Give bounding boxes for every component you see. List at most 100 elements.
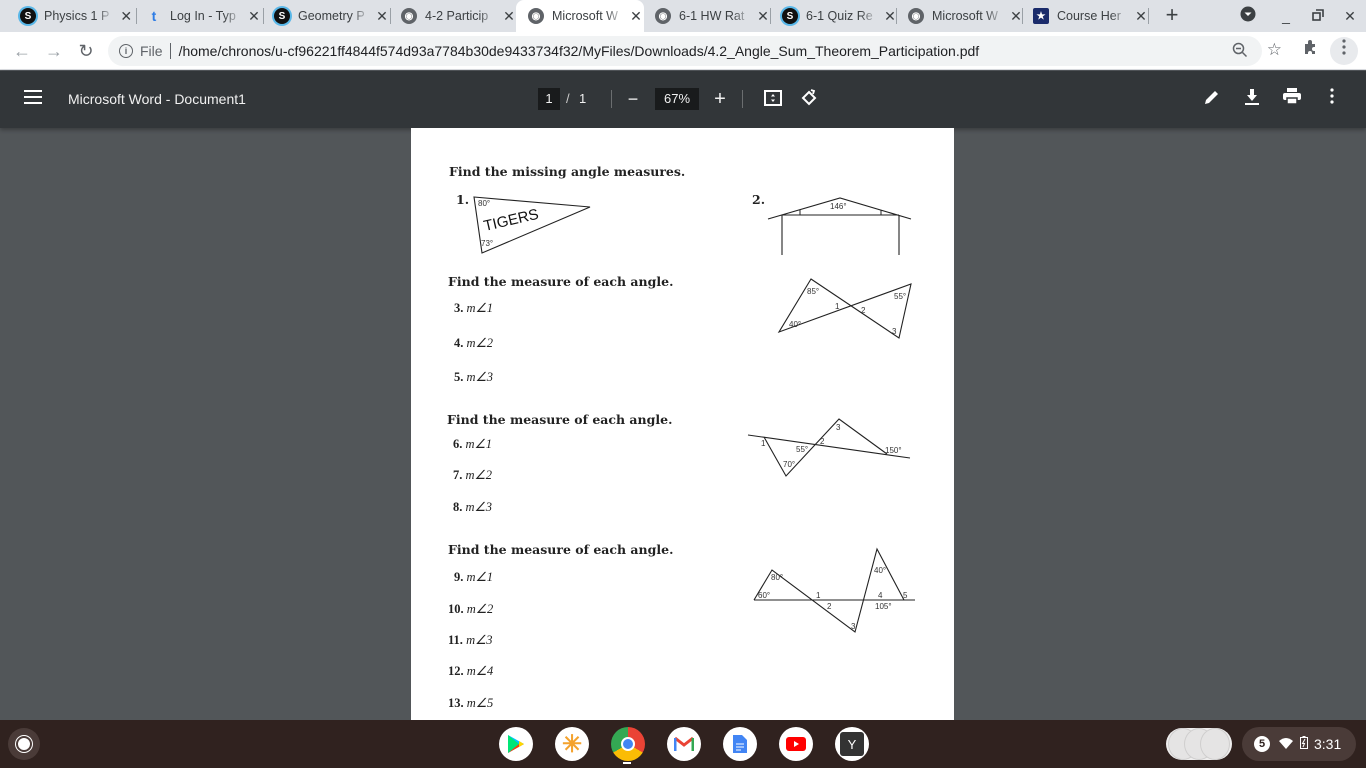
launcher-button[interactable] xyxy=(8,728,40,760)
globe-icon: ◉ xyxy=(528,8,544,24)
tab-search-button[interactable] xyxy=(1238,6,1258,26)
sidebar-menu-icon[interactable] xyxy=(24,90,42,104)
angle-label: 55° xyxy=(894,292,906,301)
document-title: Microsoft Word - Document1 xyxy=(68,91,246,107)
tab[interactable]: ★ Course Her ✕ xyxy=(1021,0,1149,32)
globe-icon: ◉ xyxy=(655,8,671,24)
angle-label: 40° xyxy=(874,566,886,575)
schoology-icon: S xyxy=(274,8,290,24)
globe-icon: ◉ xyxy=(908,8,924,24)
status-tray[interactable]: 5 3:31 xyxy=(1242,727,1356,761)
printer-icon xyxy=(1283,88,1301,105)
play-store-icon xyxy=(508,735,524,753)
fit-to-page-button[interactable] xyxy=(761,88,785,112)
pdf-page: Find the missing angle measures. 1. 80° … xyxy=(411,128,954,720)
close-tab-icon[interactable]: ✕ xyxy=(1133,8,1149,25)
clock: 3:31 xyxy=(1314,736,1342,752)
close-tab-icon[interactable]: ✕ xyxy=(628,8,644,25)
play-store-app[interactable] xyxy=(499,727,533,761)
angle-number: 3 xyxy=(836,423,841,432)
roof-figure: 146° xyxy=(767,197,912,255)
rotate-button[interactable] xyxy=(797,88,821,112)
annotate-button[interactable] xyxy=(1200,88,1224,112)
tab-active[interactable]: ◉ Microsoft W ✕ xyxy=(516,0,644,32)
rotate-icon xyxy=(801,89,817,106)
address-bar[interactable]: i File /home/chronos/u-cf96221ff4844f574… xyxy=(108,36,1282,66)
bookmark-star-icon[interactable]: ☆ xyxy=(1267,40,1282,60)
coursehero-icon: ★ xyxy=(1033,8,1049,24)
close-tab-icon[interactable]: ✕ xyxy=(118,8,134,25)
tab[interactable]: ◉ Microsoft W ✕ xyxy=(896,0,1024,32)
gmail-app[interactable] xyxy=(667,727,701,761)
question: 5. m∠3 xyxy=(454,370,493,384)
divider xyxy=(611,90,612,108)
chrome-menu-button[interactable] xyxy=(1330,37,1358,65)
more-actions-button[interactable] xyxy=(1320,88,1344,112)
section-heading: Find the measure of each angle. xyxy=(447,412,673,427)
tab[interactable]: S Geometry P ✕ xyxy=(262,0,390,32)
docs-app[interactable] xyxy=(723,727,757,761)
page-number-input[interactable]: 1 xyxy=(538,88,560,110)
launcher-icon xyxy=(18,738,30,750)
sunburst-app[interactable]: ✳ xyxy=(555,727,589,761)
angle-number: 5 xyxy=(903,591,908,600)
y-app-icon: Y xyxy=(840,732,864,756)
zoom-out-icon[interactable] xyxy=(1232,42,1248,61)
pennant-text: TIGERS xyxy=(482,206,540,235)
angle-label: 70° xyxy=(783,460,795,469)
close-window-button[interactable]: ✕ xyxy=(1340,6,1360,26)
schoology-icon: S xyxy=(782,8,798,24)
angle-label: 73° xyxy=(481,239,493,248)
extensions-button[interactable] xyxy=(1297,37,1325,65)
close-tab-icon[interactable]: ✕ xyxy=(374,8,390,25)
restore-button[interactable] xyxy=(1308,6,1328,26)
bowtie-figure: 85° 40° 55° 1 2 3 xyxy=(777,278,912,339)
youtube-icon xyxy=(786,737,806,751)
tab[interactable]: ◉ 4-2 Particip ✕ xyxy=(389,0,517,32)
question: 13. m∠5 xyxy=(448,696,494,710)
question: 12. m∠4 xyxy=(448,664,494,678)
tab[interactable]: t Log In - Typ ✕ xyxy=(134,0,262,32)
close-tab-icon[interactable]: ✕ xyxy=(755,8,771,25)
section-heading: Find the measure of each angle. xyxy=(448,542,674,557)
info-icon[interactable]: i xyxy=(119,44,133,58)
download-button[interactable] xyxy=(1240,88,1264,112)
divider xyxy=(169,43,171,59)
print-button[interactable] xyxy=(1280,88,1304,112)
angle-label: 105° xyxy=(875,602,892,611)
angle-number: 1 xyxy=(816,591,821,600)
puzzle-icon xyxy=(1305,40,1315,54)
wifi-icon xyxy=(1279,736,1293,752)
youtube-app[interactable] xyxy=(779,727,813,761)
question: 6. m∠1 xyxy=(453,437,492,451)
chrome-app[interactable] xyxy=(611,727,645,761)
zoom-in-button[interactable]: + xyxy=(711,88,729,110)
tab[interactable]: S Physics 1 P ✕ xyxy=(8,0,134,32)
typing-icon: t xyxy=(151,8,157,24)
angle-number: 2 xyxy=(861,306,866,315)
url-text[interactable]: /home/chronos/u-cf96221ff4844f574d93a778… xyxy=(179,43,980,59)
tab-separator xyxy=(1148,8,1149,24)
total-pages: 1 xyxy=(579,91,587,106)
schoology-icon: S xyxy=(20,8,36,24)
close-tab-icon[interactable]: ✕ xyxy=(501,8,517,25)
forward-button[interactable]: → xyxy=(42,39,66,63)
question: 11. m∠3 xyxy=(448,633,493,647)
minimize-button[interactable]: _ xyxy=(1276,6,1296,26)
holding-space-tray[interactable] xyxy=(1166,728,1232,760)
close-tab-icon[interactable]: ✕ xyxy=(246,8,262,25)
zoom-level-input[interactable]: 67% xyxy=(655,88,699,110)
notification-badge: 5 xyxy=(1254,736,1270,752)
download-icon xyxy=(1245,89,1259,105)
scheme-label: File xyxy=(140,43,163,59)
zoom-out-button[interactable]: − xyxy=(624,88,642,110)
reload-button[interactable]: ↻ xyxy=(74,39,98,63)
back-button[interactable]: ← xyxy=(10,39,34,63)
tab[interactable]: ◉ 6-1 HW Rat ✕ xyxy=(643,0,771,32)
tab[interactable]: S 6-1 Quiz Re ✕ xyxy=(770,0,898,32)
sunburst-icon: ✳ xyxy=(561,730,583,758)
y-app[interactable]: Y xyxy=(835,727,869,761)
angle-number: 1 xyxy=(761,439,766,448)
new-tab-button[interactable]: + xyxy=(1160,4,1184,28)
angle-label: 55° xyxy=(796,445,808,454)
